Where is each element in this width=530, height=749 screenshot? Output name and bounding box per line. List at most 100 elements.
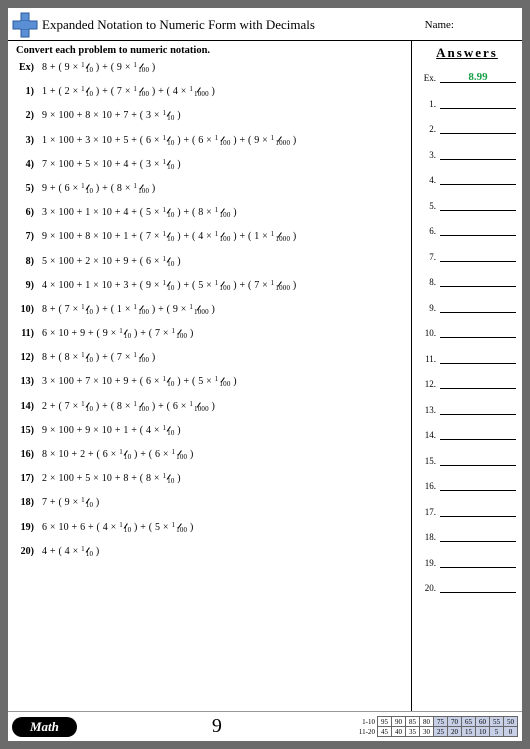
problem-number: 3) <box>16 135 34 146</box>
problem-expression: 6 × 10 + 6 + ( 4 × 110 ) + ( 5 × 1100 ) <box>42 522 194 533</box>
score-cell: 60 <box>476 717 490 727</box>
answer-blank[interactable] <box>440 505 516 517</box>
answer-row: 6. <box>418 224 516 236</box>
score-cell: 5 <box>490 727 504 737</box>
brand-pill: Math <box>12 717 77 737</box>
answer-blank[interactable] <box>440 199 516 211</box>
score-grid: 1-109590858075706560555011-2045403530252… <box>357 716 518 737</box>
answer-blank[interactable] <box>440 352 516 364</box>
problem-row: 19) 6 × 10 + 6 + ( 4 × 110 ) + ( 5 × 1100… <box>16 522 405 533</box>
answer-row: 14. <box>418 428 516 440</box>
answer-blank[interactable] <box>440 224 516 236</box>
score-cell: 80 <box>420 717 434 727</box>
score-cell: 10 <box>476 727 490 737</box>
answer-blank[interactable] <box>440 581 516 593</box>
problem-number: 13) <box>16 376 34 387</box>
answer-row: 18. <box>418 530 516 542</box>
header: Expanded Notation to Numeric Form with D… <box>8 8 522 41</box>
answer-row: 4. <box>418 173 516 185</box>
score-cell: 0 <box>504 727 518 737</box>
answer-row: 12. <box>418 377 516 389</box>
answer-row: 2. <box>418 122 516 134</box>
answer-blank[interactable] <box>440 530 516 542</box>
score-cell: 95 <box>378 717 392 727</box>
score-cell: 15 <box>462 727 476 737</box>
problem-number: 16) <box>16 449 34 460</box>
answer-label: 20. <box>418 583 436 593</box>
name-label: Name: <box>425 19 454 31</box>
problem-number: Ex) <box>16 62 34 73</box>
score-cell: 75 <box>434 717 448 727</box>
plus-logo-icon <box>12 12 38 38</box>
worksheet-page: Expanded Notation to Numeric Form with D… <box>8 8 522 741</box>
answer-blank[interactable] <box>440 97 516 109</box>
answer-row: 13. <box>418 403 516 415</box>
answer-blank[interactable] <box>440 479 516 491</box>
answer-blank[interactable] <box>440 301 516 313</box>
answer-blank[interactable] <box>440 250 516 262</box>
footer: Math 9 1-109590858075706560555011-204540… <box>8 711 522 741</box>
answer-row: 19. <box>418 556 516 568</box>
problem-expression: 8 + ( 9 × 110 ) + ( 9 × 1100 ) <box>42 62 155 73</box>
answer-row: 5. <box>418 199 516 211</box>
problem-number: 4) <box>16 159 34 170</box>
problem-expression: 3 × 100 + 1 × 10 + 4 + ( 5 × 110 ) + ( 8… <box>42 207 237 218</box>
problem-number: 1) <box>16 86 34 97</box>
problem-number: 19) <box>16 522 34 533</box>
answer-label: Ex. <box>418 73 436 83</box>
problem-expression: 9 × 100 + 8 × 10 + 7 + ( 3 × 110 ) <box>42 110 181 121</box>
answer-blank[interactable] <box>440 326 516 338</box>
answers-column: Answers Ex.8.991.2.3.4.5.6.7.8.9.10.11.1… <box>412 41 522 711</box>
answer-blank[interactable]: 8.99 <box>440 71 516 83</box>
score-cell: 90 <box>392 717 406 727</box>
score-cell: 70 <box>448 717 462 727</box>
problem-row: 14)2 + ( 7 × 110 ) + ( 8 × 1100 ) + ( 6 … <box>16 401 405 412</box>
problem-number: 7) <box>16 231 34 242</box>
answer-blank[interactable] <box>440 377 516 389</box>
problem-row: 7)9 × 100 + 8 × 10 + 1 + ( 7 × 110 ) + (… <box>16 231 405 242</box>
answer-label: 10. <box>418 328 436 338</box>
problem-row: 5)9 + ( 6 × 110 ) + ( 8 × 1100 ) <box>16 183 405 194</box>
answer-label: 4. <box>418 175 436 185</box>
answer-row: Ex. 8.99 <box>418 71 516 83</box>
page-title: Expanded Notation to Numeric Form with D… <box>42 17 421 33</box>
answer-label: 9. <box>418 303 436 313</box>
answer-blank[interactable] <box>440 148 516 160</box>
problem-row: 20)4 + ( 4 × 110 ) <box>16 546 405 557</box>
score-cell: 65 <box>462 717 476 727</box>
answer-blank[interactable] <box>440 556 516 568</box>
answer-label: 19. <box>418 558 436 568</box>
problem-number: 12) <box>16 352 34 363</box>
answer-blank[interactable] <box>440 122 516 134</box>
problem-expression: 6 × 10 + 9 + ( 9 × 110 ) + ( 7 × 1100 ) <box>42 328 194 339</box>
body: Convert each problem to numeric notation… <box>8 41 522 711</box>
answer-row: 7. <box>418 250 516 262</box>
problem-expression: 1 × 100 + 3 × 10 + 5 + ( 6 × 110 ) + ( 6… <box>42 135 296 146</box>
answer-blank[interactable] <box>440 173 516 185</box>
problem-row: 16)8 × 10 + 2 + ( 6 × 110 ) + ( 6 × 1100… <box>16 449 405 460</box>
problem-expression: 8 + ( 7 × 110 ) + ( 1 × 1100 ) + ( 9 × 1… <box>42 304 215 315</box>
answer-row: 9. <box>418 301 516 313</box>
problem-row: 8)5 × 100 + 2 × 10 + 9 + ( 6 × 110 ) <box>16 256 405 267</box>
answer-blank[interactable] <box>440 275 516 287</box>
answer-blank[interactable] <box>440 428 516 440</box>
score-cell: 50 <box>504 717 518 727</box>
answer-label: 5. <box>418 201 436 211</box>
problem-row: 6) 3 × 100 + 1 × 10 + 4 + ( 5 × 110 ) + (… <box>16 207 405 218</box>
problem-expression: 9 × 100 + 9 × 10 + 1 + ( 4 × 110 ) <box>42 425 181 436</box>
problem-expression: 4 × 100 + 1 × 10 + 3 + ( 9 × 110 ) + ( 5… <box>42 280 296 291</box>
problem-number: 6) <box>16 207 34 218</box>
answer-blank[interactable] <box>440 454 516 466</box>
answer-label: 7. <box>418 252 436 262</box>
answer-blank[interactable] <box>440 403 516 415</box>
problem-row: 2)9 × 100 + 8 × 10 + 7 + ( 3 × 110 ) <box>16 110 405 121</box>
problem-expression: 4 + ( 4 × 110 ) <box>42 546 99 557</box>
problem-expression: 1 + ( 2 × 110 ) + ( 7 × 1100 ) + ( 4 × 1… <box>42 86 215 97</box>
score-cell: 35 <box>406 727 420 737</box>
answer-label: 15. <box>418 456 436 466</box>
answer-row: 1. <box>418 97 516 109</box>
score-row-label: 1-10 <box>357 717 378 727</box>
score-row-label: 11-20 <box>357 727 378 737</box>
answer-row: 20. <box>418 581 516 593</box>
score-cell: 40 <box>392 727 406 737</box>
